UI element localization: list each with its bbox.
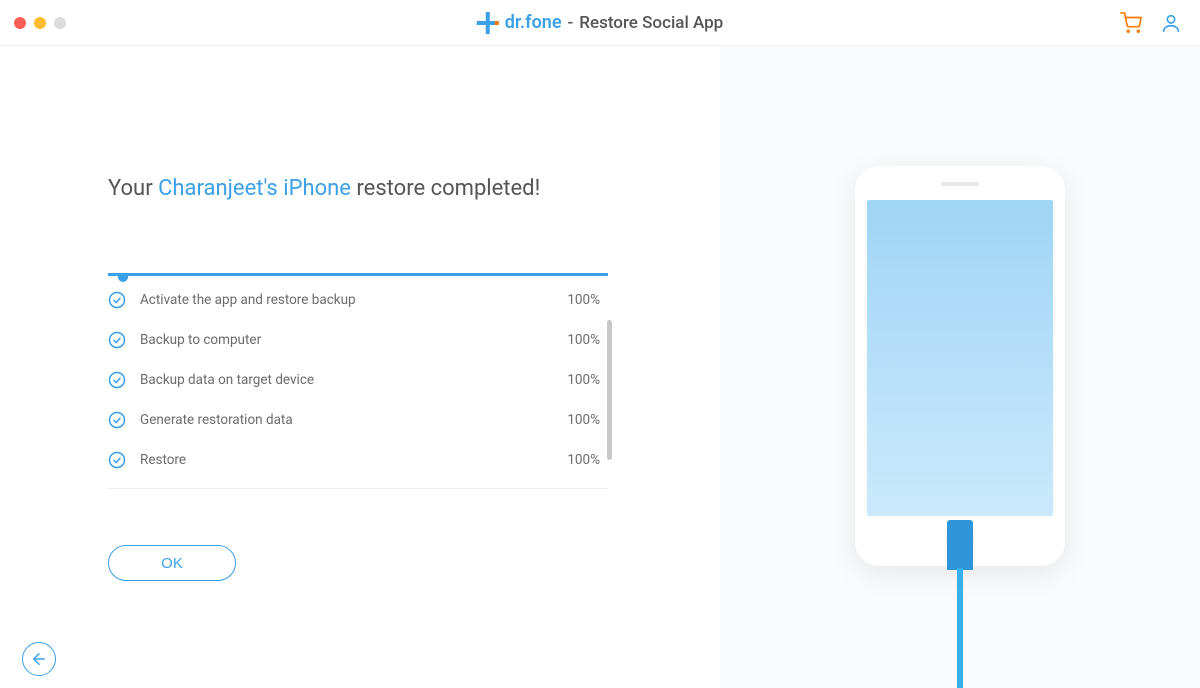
left-panel: Your Charanjeet's iPhone restore complet… [0,46,720,688]
step-label: Restore [140,452,567,468]
check-circle-icon [108,451,126,469]
cable-connector [947,520,973,570]
step-percent: 100% [567,372,600,388]
step-row: Activate the app and restore backup100% [108,280,608,320]
content: Your Charanjeet's iPhone restore complet… [0,46,1200,688]
check-circle-icon [108,411,126,429]
back-button[interactable] [22,642,56,676]
user-icon[interactable] [1160,12,1182,34]
progress-bar [108,273,608,276]
check-circle-icon [108,291,126,309]
step-row: Generate restoration data100% [108,400,608,440]
cable [957,568,963,688]
ok-button[interactable]: OK [108,545,236,581]
steps-list: Activate the app and restore backup100%B… [108,280,608,480]
ok-button-label: OK [161,555,183,572]
step-percent: 100% [567,332,600,348]
step-label: Activate the app and restore backup [140,292,567,308]
step-row: Restore100% [108,440,608,480]
brand-text: dr.fone [505,12,562,33]
headline-suffix: restore completed! [351,176,540,201]
step-label: Generate restoration data [140,412,567,428]
step-label: Backup data on target device [140,372,567,388]
window-close-button[interactable] [14,17,26,29]
step-label: Backup to computer [140,332,567,348]
brand-separator: - [568,13,574,33]
steps-divider [108,488,608,489]
logo-plus-icon [477,12,499,34]
check-circle-icon [108,371,126,389]
window-zoom-button[interactable] [54,17,66,29]
step-percent: 100% [567,412,600,428]
step-percent: 100% [567,452,600,468]
titlebar: dr.fone - Restore Social App [0,0,1200,46]
step-row: Backup to computer100% [108,320,608,360]
steps-list-wrapper: Activate the app and restore backup100%B… [108,280,608,480]
steps-scrollbar[interactable] [607,320,612,460]
topbar-right [1120,12,1182,34]
app-title: dr.fone - Restore Social App [477,12,723,34]
cart-icon[interactable] [1120,12,1142,34]
window-controls [14,17,66,29]
arrow-left-icon [30,650,48,668]
headline: Your Charanjeet's iPhone restore complet… [108,176,640,201]
phone-illustration [855,166,1065,566]
headline-prefix: Your [108,176,158,201]
window-minimize-button[interactable] [34,17,46,29]
right-panel [720,46,1200,688]
brand-subtitle: Restore Social App [579,13,723,33]
headline-device: Charanjeet's iPhone [158,176,351,201]
check-circle-icon [108,331,126,349]
phone-screen [867,200,1053,516]
phone-earpiece [941,182,979,186]
step-percent: 100% [567,292,600,308]
step-row: Backup data on target device100% [108,360,608,400]
